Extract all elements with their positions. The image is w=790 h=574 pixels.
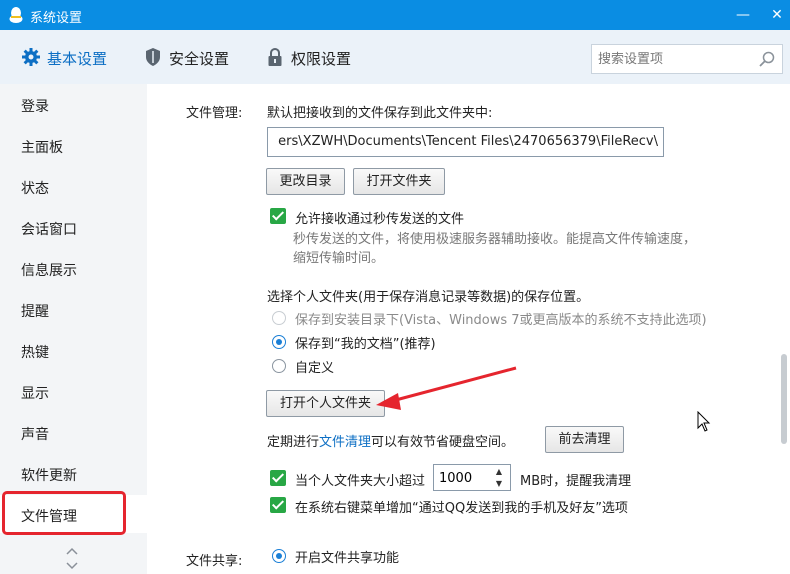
sidebar-item-status[interactable]: 状态 — [0, 167, 147, 205]
size-stepper[interactable]: ▲ ▼ — [433, 464, 511, 491]
sidebar-item-label: 软件更新 — [21, 468, 77, 484]
search-input[interactable] — [598, 50, 748, 68]
allow-instant-checkbox[interactable] — [270, 208, 286, 224]
sidebar-item-label: 热键 — [21, 345, 49, 361]
cleanup-text: 定期进行文件清理可以有效节省硬盘空间。 — [267, 431, 514, 450]
sidebar-item-label: 信息展示 — [21, 263, 77, 279]
lock-icon — [268, 47, 282, 66]
sidebar-item-main-panel[interactable]: 主面板 — [0, 126, 147, 164]
radio-install-dir[interactable] — [272, 311, 286, 325]
tab-label: 权限设置 — [291, 50, 352, 68]
tab-label: 安全设置 — [169, 50, 230, 68]
sidebar-item-software-update[interactable]: 软件更新 — [0, 454, 147, 492]
radio-custom-label: 自定义 — [295, 361, 335, 376]
sidebar-item-label: 状态 — [21, 181, 49, 197]
sidebar-item-label: 显示 — [21, 386, 49, 402]
size-reminder-prefix: 当个人文件夹大小超过 — [295, 474, 426, 489]
search-box — [591, 44, 783, 74]
window-title: 系统设置 — [30, 11, 83, 26]
radio-install-dir-label: 保存到安装目录下(Vista、Windows 7或更高版本的系统不支持此选项) — [295, 313, 707, 328]
enable-file-share-label: 开启文件共享功能 — [295, 551, 400, 566]
content-scrollbar[interactable] — [778, 84, 790, 574]
open-folder-button[interactable]: 打开文件夹 — [353, 168, 445, 195]
stepper-down-icon[interactable]: ▼ — [492, 478, 506, 490]
sidebar-item-sound[interactable]: 声音 — [0, 413, 147, 451]
close-button[interactable]: ✕ — [766, 4, 788, 26]
search-icon[interactable] — [758, 50, 776, 68]
title-bar: 系统设置 — ✕ — [0, 0, 790, 30]
sidebar-item-hotkeys[interactable]: 热键 — [0, 331, 147, 369]
tab-label: 基本设置 — [47, 50, 108, 68]
sidebar-item-label: 提醒 — [21, 304, 49, 320]
mouse-cursor-icon — [697, 411, 711, 432]
sidebar-item-login[interactable]: 登录 — [0, 85, 147, 123]
context-menu-checkbox[interactable] — [270, 497, 286, 513]
cleanup-prefix: 定期进行 — [267, 435, 320, 450]
settings-content: 文件管理: 默认把接收到的文件保存到此文件夹中: ers\XZWH\Docume… — [147, 84, 790, 574]
file-cleanup-link[interactable]: 文件清理 — [319, 435, 371, 450]
qq-penguin-icon — [9, 7, 23, 23]
radio-my-documents[interactable] — [272, 335, 286, 349]
save-path-value: ers\XZWH\Documents\Tencent Files\2470656… — [278, 134, 658, 149]
sidebar-item-label: 声音 — [21, 427, 49, 443]
sidebar-scroll-arrows[interactable] — [62, 546, 82, 572]
context-menu-label: 在系统右键菜单增加“通过QQ发送到我的手机及好友”选项 — [295, 501, 628, 516]
sidebar-item-info-display[interactable]: 信息展示 — [0, 249, 147, 287]
minimize-button[interactable]: — — [732, 4, 754, 26]
sidebar-item-label: 会话窗口 — [21, 222, 77, 238]
sidebar-item-reminder[interactable]: 提醒 — [0, 290, 147, 328]
sidebar-item-label: 登录 — [21, 99, 49, 115]
chevron-up-down-icon — [66, 547, 78, 570]
cleanup-suffix: 可以有效节省硬盘空间。 — [371, 435, 515, 450]
default-save-text: 默认把接收到的文件保存到此文件夹中: — [267, 106, 493, 121]
sidebar-item-label: 主面板 — [21, 140, 63, 156]
radio-my-documents-label: 保存到“我的文档”(推荐) — [295, 337, 436, 352]
sidebar-item-chat-window[interactable]: 会话窗口 — [0, 208, 147, 246]
stepper-up-icon[interactable]: ▲ — [492, 466, 506, 478]
size-input[interactable] — [439, 469, 483, 487]
file-share-label: 文件共享: — [186, 554, 243, 569]
go-cleanup-button[interactable]: 前去清理 — [545, 426, 624, 453]
size-reminder-checkbox[interactable] — [270, 470, 286, 486]
radio-custom[interactable] — [272, 359, 286, 373]
highlight-box — [2, 491, 126, 535]
personal-folder-text: 选择个人文件夹(用于保存消息记录等数据)的保存位置。 — [267, 290, 590, 305]
gear-icon — [22, 48, 40, 66]
sidebar-item-display[interactable]: 显示 — [0, 372, 147, 410]
open-personal-folder-button[interactable]: 打开个人文件夹 — [266, 390, 385, 417]
allow-instant-description: 秒传发送的文件，将使用极速服务器辅助接收。能提高文件传输速度，缩短传输时间。 — [293, 232, 697, 266]
allow-instant-label: 允许接收通过秒传发送的文件 — [295, 212, 465, 227]
size-reminder-suffix: MB时，提醒我清理 — [520, 474, 632, 489]
change-directory-button[interactable]: 更改目录 — [266, 168, 345, 195]
radio-enable-file-share[interactable] — [272, 549, 286, 563]
scrollbar-thumb[interactable] — [781, 354, 787, 444]
file-management-label: 文件管理: — [186, 106, 243, 121]
shield-icon — [146, 48, 160, 66]
save-path-field[interactable]: ers\XZWH\Documents\Tencent Files\2470656… — [267, 127, 664, 157]
